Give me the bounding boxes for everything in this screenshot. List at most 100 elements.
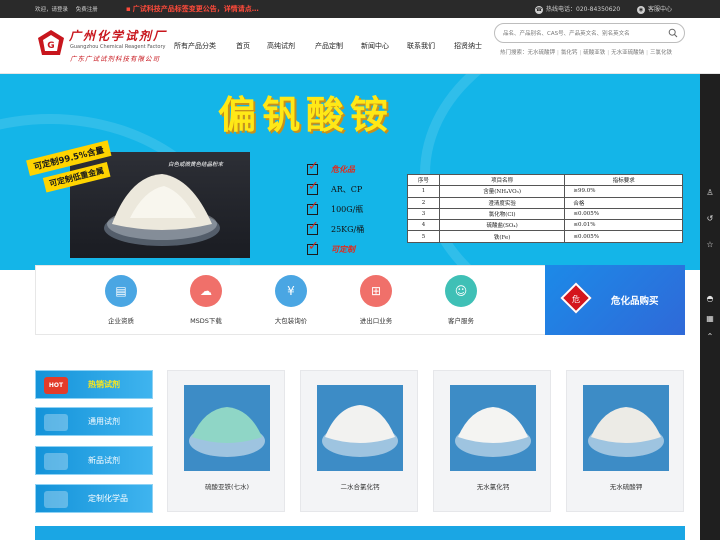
category-custom[interactable]: 定制化学品 bbox=[35, 484, 153, 513]
hot-icon: HOT bbox=[44, 377, 68, 394]
table-cell: 氯化物(Cl) bbox=[438, 207, 566, 221]
service-qualification[interactable]: ▤ 企业资质 bbox=[91, 273, 151, 331]
hotline-label: 热线电话： bbox=[546, 6, 577, 13]
service-bulk-price[interactable]: ¥ 大包装询价 bbox=[261, 273, 321, 331]
service-msds[interactable]: ☁ MSDS下载 bbox=[176, 273, 236, 331]
powder-dish-image bbox=[588, 407, 664, 457]
nav-home[interactable]: 首页 bbox=[236, 41, 250, 51]
hotline-number: 020-84350620 bbox=[576, 6, 621, 13]
table-cell: ≤0.005% bbox=[564, 230, 683, 243]
product-name[interactable]: 二水合氯化钙 bbox=[301, 481, 419, 491]
phone-icon: ☎ bbox=[535, 5, 543, 14]
divider: | bbox=[579, 50, 582, 56]
headset-icon: ◉ bbox=[637, 5, 645, 14]
register-link[interactable]: 免费注册 bbox=[76, 7, 98, 13]
hot-search-label: 热门搜索： bbox=[500, 50, 528, 56]
table-cell: ≥99.0% bbox=[564, 185, 683, 198]
nav-high-purity[interactable]: 高纯试剂 bbox=[267, 41, 295, 51]
table-row: 5 铁(Fe) ≤0.005% bbox=[407, 230, 683, 243]
product-card[interactable]: 无水硫酸钾 bbox=[566, 370, 684, 512]
check-label: 100G/瓶 bbox=[331, 205, 364, 214]
product-image[interactable] bbox=[450, 385, 536, 471]
service-label[interactable]: MSDS下载 bbox=[176, 315, 236, 325]
product-image[interactable] bbox=[184, 385, 270, 471]
table-cell: 2 bbox=[407, 196, 440, 209]
product-name[interactable]: 无水硫酸钾 bbox=[567, 481, 685, 491]
hot-search: 热门搜索：无水硫酸钾 | 氯化钙 | 硫酸亚铁 | 无水亚硫酸钠 | 三氯化铁 bbox=[500, 47, 688, 59]
photo-caption: 白色或微黄色结晶粉末 bbox=[168, 162, 224, 168]
product-card[interactable]: 无水氯化钙 bbox=[433, 370, 551, 512]
category-hot[interactable]: HOT 热销试剂 bbox=[35, 370, 153, 399]
table-row: 2 澄清度实验 合格 bbox=[407, 196, 683, 209]
category-new[interactable]: 新品试剂 bbox=[35, 446, 153, 475]
category-label[interactable]: 定制化学品 bbox=[88, 493, 128, 504]
table-cell: 3 bbox=[407, 207, 440, 221]
custom-chemical-icon bbox=[44, 491, 68, 508]
service-label[interactable]: 企业资质 bbox=[91, 315, 151, 325]
logo-company-name: 广东广试试剂科技有限公司 bbox=[70, 55, 160, 63]
product-card[interactable]: 硫酸亚铁(七水) bbox=[167, 370, 285, 512]
service-label[interactable]: 客户服务 bbox=[431, 315, 491, 325]
logo-icon[interactable]: G bbox=[36, 28, 66, 58]
check-label: 危化品 bbox=[331, 164, 355, 174]
hot-term[interactable]: 无水亚硫酸钠 bbox=[611, 50, 644, 56]
logo-chinese-name: 广州化学试剂厂 bbox=[69, 29, 168, 43]
hot-term[interactable]: 三氯化铁 bbox=[650, 50, 672, 56]
category-label[interactable]: 热销试剂 bbox=[88, 379, 120, 390]
category-general[interactable]: 通用试剂 bbox=[35, 407, 153, 436]
table-row: 3 氯化物(Cl) ≤0.005% bbox=[407, 207, 683, 221]
table-cell: 4 bbox=[407, 219, 440, 232]
hot-term[interactable]: 硫酸亚铁 bbox=[583, 50, 605, 56]
service-label[interactable]: 大包装询价 bbox=[261, 315, 321, 325]
check-item: ✓ 可定制 bbox=[307, 239, 387, 257]
history-icon[interactable]: ↺ bbox=[705, 214, 715, 224]
favorite-icon[interactable]: ☆ bbox=[705, 240, 715, 250]
product-card[interactable]: 二水合氯化钙 bbox=[300, 370, 418, 512]
product-image[interactable] bbox=[583, 385, 669, 471]
table-cell: 澄清度实验 bbox=[438, 196, 566, 209]
table-header-cell: 指标要求 bbox=[564, 173, 683, 187]
divider: | bbox=[646, 50, 649, 56]
table-header-cell: 序号 bbox=[407, 173, 440, 187]
category-label[interactable]: 通用试剂 bbox=[88, 416, 120, 427]
notice-text[interactable]: 广试科技产品标签变更公告，详情请点… bbox=[133, 5, 259, 13]
nav-careers[interactable]: 招贤纳士 bbox=[454, 41, 482, 51]
user-icon[interactable]: ♙ bbox=[705, 188, 715, 198]
next-section-banner bbox=[35, 526, 685, 540]
back-to-top-icon[interactable]: ⌃ bbox=[705, 332, 715, 342]
notice-link[interactable]: ▪ 广试科技产品标签变更公告，详情请点… bbox=[126, 4, 259, 14]
nav-contact[interactable]: 联系我们 bbox=[407, 41, 435, 51]
headset-icon[interactable]: ◓ bbox=[705, 294, 715, 304]
search-input[interactable] bbox=[503, 27, 663, 40]
check-item: ✓ AR、CP bbox=[307, 179, 387, 197]
hazard-purchase-label[interactable]: 危化品购买 bbox=[611, 293, 659, 307]
notice-bullet-icon: ▪ bbox=[126, 5, 131, 13]
login-link[interactable]: 欢迎，请登录 bbox=[35, 7, 68, 13]
customer-service-icon: ☺ bbox=[445, 275, 477, 307]
service-import-export[interactable]: ⊞ 进出口业务 bbox=[346, 273, 406, 331]
service-center-label[interactable]: 客服中心 bbox=[648, 6, 672, 13]
check-icon: ✓ bbox=[308, 239, 319, 254]
logo-english-name: Guangzhou Chemical Reagent Factory bbox=[70, 44, 166, 50]
hot-term[interactable]: 无水硫酸钾 bbox=[528, 50, 556, 56]
new-product-icon bbox=[44, 453, 68, 470]
nav-all-products[interactable]: 所有产品分类 bbox=[174, 41, 216, 51]
qrcode-icon[interactable]: ▦ bbox=[705, 314, 715, 324]
table-cell: 含量(NH₄VO₃) bbox=[438, 185, 566, 198]
check-label: 可定制 bbox=[331, 244, 355, 254]
hazard-purchase-button[interactable]: 危 危化品购买 bbox=[545, 265, 685, 335]
nav-news[interactable]: 新闻中心 bbox=[361, 41, 389, 51]
hot-term[interactable]: 氯化钙 bbox=[561, 50, 578, 56]
service-center-link[interactable]: ◉ 客服中心 bbox=[637, 4, 672, 14]
search-icon[interactable] bbox=[668, 28, 678, 38]
product-name[interactable]: 无水氯化钙 bbox=[434, 481, 552, 491]
product-name[interactable]: 硫酸亚铁(七水) bbox=[168, 481, 286, 491]
product-image[interactable] bbox=[317, 385, 403, 471]
category-label[interactable]: 新品试剂 bbox=[88, 455, 120, 466]
service-label[interactable]: 进出口业务 bbox=[346, 315, 406, 325]
check-item: ✓ 100G/瓶 bbox=[307, 199, 387, 217]
nav-custom[interactable]: 产品定制 bbox=[315, 41, 343, 51]
search-box bbox=[494, 23, 685, 43]
table-cell: 硫酸盐(SO₄) bbox=[438, 219, 566, 232]
service-customer[interactable]: ☺ 客户服务 bbox=[431, 273, 491, 331]
